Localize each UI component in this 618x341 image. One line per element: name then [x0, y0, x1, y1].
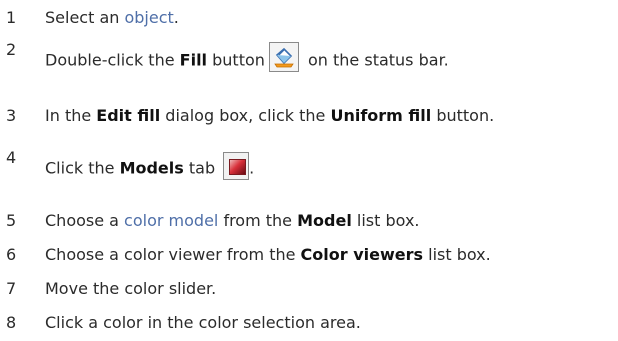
step-number: 2	[6, 40, 17, 59]
step-text: Choose a color viewer from the Color vie…	[45, 245, 491, 264]
step-number: 4	[6, 148, 17, 167]
step-text: Click a color in the color selection are…	[45, 313, 361, 332]
step-text: Click the Models tab.	[45, 152, 254, 180]
color-model-link[interactable]: color model	[124, 211, 218, 230]
step-text: Double-click the Fill button on the stat…	[45, 42, 449, 72]
step-number: 7	[6, 279, 17, 298]
step-text: Select an object.	[45, 8, 179, 27]
step-text: Move the color slider.	[45, 279, 217, 298]
paint-bucket-icon	[268, 42, 299, 72]
procedure-steps: 1 Select an object. 2 Double-click the F…	[0, 0, 618, 341]
step-text: In the Edit fill dialog box, click the U…	[45, 106, 495, 125]
step-text: Choose a color model from the Model list…	[45, 211, 420, 230]
object-link[interactable]: object	[124, 8, 173, 27]
step-number: 1	[6, 8, 17, 27]
step-number: 3	[6, 106, 17, 125]
step-number: 6	[6, 245, 17, 264]
swatch-square	[229, 159, 247, 175]
color-swatch-icon	[223, 152, 250, 180]
step-number: 5	[6, 211, 17, 230]
step-number: 8	[6, 313, 17, 332]
